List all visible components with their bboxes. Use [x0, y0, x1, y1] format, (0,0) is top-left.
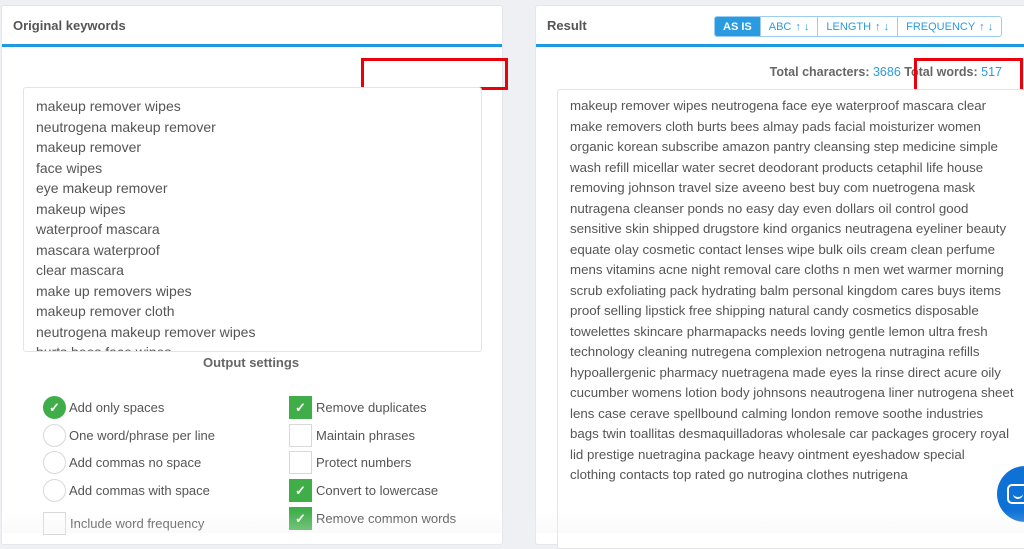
result-stats: Total characters: 3686 Total words: 517: [770, 65, 1002, 79]
sort-button-group: AS IS ABC ↑ ↓ LENGTH ↑ ↓ FREQUENCY ↑ ↓: [714, 16, 1003, 37]
checkbox-remove-duplicates[interactable]: ✓ Remove duplicates: [289, 396, 427, 419]
radio-unchecked-icon[interactable]: [43, 424, 66, 447]
checkbox-unchecked-icon[interactable]: [289, 451, 312, 474]
result-title: Result: [547, 17, 587, 33]
radio-label: Add commas no space: [69, 455, 202, 470]
keyword-line: neutrogena makeup remover: [36, 118, 216, 135]
output-settings-title: Output settings: [203, 355, 300, 370]
sort-label: ABC: [768, 20, 792, 33]
keyword-line: makeup remover cloth: [36, 303, 175, 319]
checkbox-label: Protect numbers: [316, 455, 412, 470]
result-output[interactable]: makeup remover wipes neutrogena face eye…: [557, 89, 1024, 549]
keyword-line: make up removers wipes: [36, 282, 192, 299]
checkbox-label: Remove common words: [316, 511, 457, 526]
chars-value: 3686: [872, 65, 901, 79]
radio-label: Add commas with space: [69, 483, 210, 498]
sort-arrows-icon: ↑ ↓: [795, 20, 810, 33]
checkbox-remove-common-words[interactable]: ✓ Remove common words: [289, 507, 456, 530]
radio-label: Add only spaces: [69, 400, 165, 415]
checkbox-unchecked-icon[interactable]: [43, 512, 66, 535]
sort-arrows-icon: ↑ ↓: [979, 20, 994, 33]
checkbox-include-word-frequency[interactable]: Include word frequency: [43, 512, 204, 535]
radio-checked-icon[interactable]: ✓: [43, 396, 66, 419]
checkbox-checked-icon[interactable]: ✓: [289, 396, 312, 419]
checkbox-label: Convert to lowercase: [316, 483, 439, 498]
radio-add-only-spaces[interactable]: ✓ Add only spaces: [43, 396, 164, 419]
original-keywords-header: Original keywords: [2, 6, 502, 47]
checkbox-label: Remove duplicates: [316, 400, 427, 415]
sort-label: LENGTH: [826, 20, 872, 33]
keyword-line: eye makeup remover: [36, 180, 168, 196]
sort-abc-button[interactable]: ABC ↑ ↓: [759, 17, 818, 36]
sort-arrows-icon: ↑ ↓: [875, 20, 890, 33]
result-text: makeup remover wipes neutrogena face eye…: [570, 98, 1014, 482]
checkbox-maintain-phrases[interactable]: Maintain phrases: [289, 424, 415, 447]
sort-frequency-button[interactable]: FREQUENCY ↑ ↓: [897, 17, 1001, 36]
keyword-line: mascara waterproof: [36, 241, 160, 258]
words-label: Total words:: [904, 65, 978, 79]
keyword-line: makeup remover wipes: [36, 98, 181, 114]
checkbox-checked-icon[interactable]: ✓: [289, 507, 312, 530]
checkbox-label: Include word frequency: [70, 516, 205, 531]
keyword-line: clear mascara: [36, 262, 124, 278]
words-value: 517: [981, 65, 1002, 79]
radio-unchecked-icon[interactable]: [43, 479, 66, 502]
checkbox-checked-icon[interactable]: ✓: [289, 479, 312, 502]
chars-label: Total characters:: [769, 65, 870, 79]
sort-label: AS IS: [723, 20, 752, 33]
keyword-line: burts bees face wipes: [36, 344, 172, 352]
keywords-input[interactable]: makeup remover wipes neutrogena makeup r…: [23, 87, 482, 352]
keyword-line: waterproof mascara: [36, 221, 160, 237]
sort-as-is-button[interactable]: AS IS: [715, 17, 760, 36]
checkbox-label: Maintain phrases: [316, 428, 415, 443]
radio-one-per-line[interactable]: One word/phrase per line: [43, 424, 215, 447]
radio-commas-with-space[interactable]: Add commas with space: [43, 479, 210, 502]
radio-label: One word/phrase per line: [69, 428, 215, 443]
radio-commas-no-space[interactable]: Add commas no space: [43, 451, 201, 474]
keyword-line: makeup wipes: [36, 200, 126, 217]
sort-length-button[interactable]: LENGTH ↑ ↓: [817, 17, 897, 36]
checkbox-unchecked-icon[interactable]: [289, 424, 312, 447]
radio-unchecked-icon[interactable]: [43, 451, 66, 474]
keyword-line: face wipes: [36, 159, 103, 176]
chat-icon: [1007, 484, 1024, 504]
keyword-line: neutrogena makeup remover wipes: [36, 323, 256, 340]
original-keywords-title: Original keywords: [13, 17, 126, 33]
checkbox-protect-numbers[interactable]: Protect numbers: [289, 451, 411, 474]
sort-label: FREQUENCY: [906, 20, 976, 33]
keyword-line: makeup remover: [36, 139, 142, 155]
checkbox-convert-lowercase[interactable]: ✓ Convert to lowercase: [289, 479, 438, 502]
